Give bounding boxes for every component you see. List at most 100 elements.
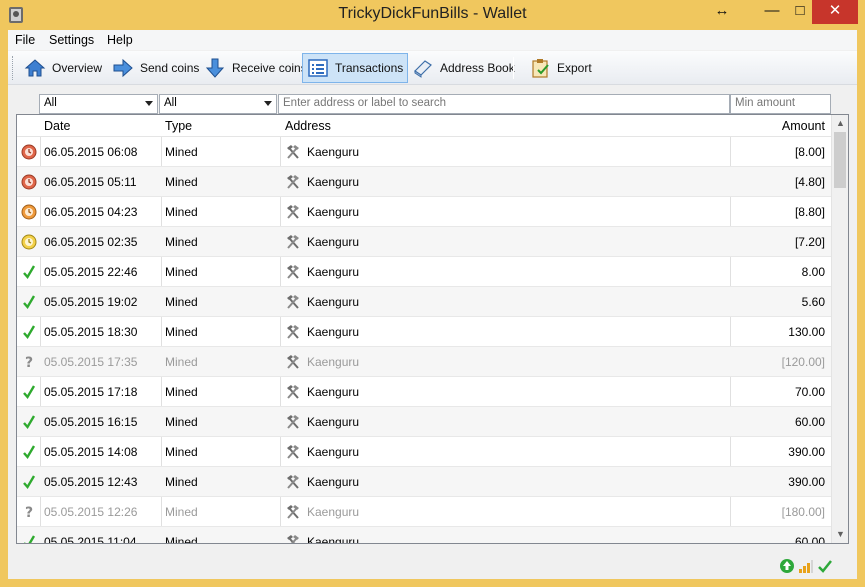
row-date: 05.05.2015 16:15 [44, 415, 138, 429]
mining-hammer-icon [285, 324, 301, 340]
row-address: Kaenguru [307, 235, 360, 249]
question-mark-icon: ? [21, 504, 37, 521]
mining-hammer-icon [285, 174, 301, 190]
row-date: 06.05.2015 06:08 [44, 145, 138, 159]
row-type: Mined [165, 295, 198, 309]
menu-bar: File Settings Help [8, 30, 857, 50]
row-type: Mined [165, 475, 198, 489]
table-row[interactable]: 05.05.2015 18:30 Mined Kaenguru 130.00 [17, 317, 831, 347]
row-amount: [120.00] [781, 355, 825, 369]
min-amount-input[interactable]: Min amount [730, 94, 831, 114]
amount-column-header[interactable]: Amount [782, 119, 825, 133]
row-address: Kaenguru [307, 145, 360, 159]
table-row[interactable]: 06.05.2015 02:35 Mined Kaenguru [7.20] [17, 227, 831, 257]
chevron-down-icon [145, 101, 153, 106]
table-row[interactable]: 05.05.2015 12:43 Mined Kaenguru 390.00 [17, 467, 831, 497]
export-button[interactable]: Export [524, 53, 597, 83]
table-row[interactable]: 05.05.2015 14:08 Mined Kaenguru 390.00 [17, 437, 831, 467]
table-row[interactable]: 06.05.2015 05:11 Mined Kaenguru [4.80] [17, 167, 831, 197]
type-column-header[interactable]: Type [165, 119, 192, 133]
row-date: 05.05.2015 18:30 [44, 325, 138, 339]
table-row[interactable]: 06.05.2015 04:23 Mined Kaenguru [8.80] [17, 197, 831, 227]
receive-coins-label: Receive coins [232, 61, 307, 75]
scroll-down-icon[interactable]: ▼ [832, 526, 848, 543]
client-area: File Settings Help Overview Send coins R… [8, 30, 857, 579]
row-address: Kaenguru [307, 295, 360, 309]
row-address: Kaenguru [307, 385, 360, 399]
row-type: Mined [165, 385, 198, 399]
row-amount: [8.00] [794, 145, 825, 159]
row-amount: 60.00 [794, 415, 825, 429]
mining-hammer-icon [285, 144, 301, 160]
restore-size-icon[interactable]: ↔ [706, 0, 738, 24]
mining-hammer-icon [285, 444, 301, 460]
row-address: Kaenguru [307, 415, 360, 429]
row-amount: 8.00 [801, 265, 825, 279]
row-amount: [7.20] [794, 235, 825, 249]
mining-hammer-icon [285, 504, 301, 520]
menu-settings[interactable]: Settings [49, 33, 94, 47]
transactions-label: Transactions [335, 61, 404, 75]
row-date: 06.05.2015 04:23 [44, 205, 138, 219]
row-address: Kaenguru [307, 475, 360, 489]
row-type: Mined [165, 445, 198, 459]
table-row[interactable]: ? 05.05.2015 12:26 Mined Kaenguru [180.00] [17, 497, 831, 527]
table-row[interactable]: 05.05.2015 11:04 Mined Kaenguru 60.00 [17, 527, 831, 543]
overview-label: Overview [52, 61, 103, 75]
clock-red-icon [21, 144, 37, 160]
table-row[interactable]: ? 05.05.2015 17:35 Mined Kaenguru [120.00] [17, 347, 831, 377]
overview-button[interactable]: Overview [19, 53, 107, 83]
row-amount: 5.60 [801, 295, 825, 309]
close-button[interactable]: ✕ [812, 0, 858, 24]
row-amount: 390.00 [788, 445, 825, 459]
address-book-icon [412, 57, 434, 79]
address-search-input[interactable]: Enter address or label to search [278, 94, 730, 114]
transactions-list-icon [307, 57, 329, 79]
row-type: Mined [165, 145, 198, 159]
confirmed-check-icon [21, 294, 37, 310]
table-row[interactable]: 05.05.2015 17:18 Mined Kaenguru 70.00 [17, 377, 831, 407]
status-bar [8, 550, 857, 579]
row-date: 05.05.2015 12:43 [44, 475, 138, 489]
export-clipboard-icon [529, 57, 551, 79]
mining-hammer-icon [285, 354, 301, 370]
row-address: Kaenguru [307, 445, 360, 459]
date-filter-select[interactable]: All [39, 94, 158, 114]
table-row[interactable]: 05.05.2015 19:02 Mined Kaenguru 5.60 [17, 287, 831, 317]
table-row[interactable]: 06.05.2015 06:08 Mined Kaenguru [8.00] [17, 137, 831, 167]
mining-hammer-icon [285, 204, 301, 220]
row-amount: [180.00] [781, 505, 825, 519]
title-bar: TrickyDickFunBills - Wallet ↔ — □ ✕ [0, 0, 865, 30]
home-icon [24, 57, 46, 79]
send-coins-label: Send coins [140, 61, 200, 75]
toolbar-grip[interactable] [12, 56, 15, 80]
menu-help[interactable]: Help [107, 33, 133, 47]
scrollbar-thumb[interactable] [834, 132, 846, 188]
receive-coins-button[interactable]: Receive coins [199, 53, 312, 83]
address-column-header[interactable]: Address [285, 119, 331, 133]
svg-text:?: ? [25, 355, 33, 370]
table-row[interactable]: 05.05.2015 22:46 Mined Kaenguru 8.00 [17, 257, 831, 287]
row-type: Mined [165, 175, 198, 189]
scroll-up-icon[interactable]: ▲ [832, 115, 848, 132]
row-type: Mined [165, 325, 198, 339]
date-column-header[interactable]: Date [44, 119, 70, 133]
send-coins-button[interactable]: Send coins [107, 53, 204, 83]
type-filter-select[interactable]: All [159, 94, 277, 114]
confirmed-check-icon [21, 534, 37, 543]
menu-file[interactable]: File [15, 33, 35, 47]
row-type: Mined [165, 235, 198, 249]
row-date: 05.05.2015 17:35 [44, 355, 138, 369]
transactions-button[interactable]: Transactions [302, 53, 409, 83]
table-row[interactable]: 05.05.2015 16:15 Mined Kaenguru 60.00 [17, 407, 831, 437]
type-filter-value: All [164, 97, 177, 109]
row-type: Mined [165, 355, 198, 369]
address-book-button[interactable]: Address Book [407, 53, 520, 83]
receive-arrow-icon [204, 57, 226, 79]
confirmed-check-icon [21, 384, 37, 400]
confirmed-check-icon [21, 474, 37, 490]
svg-text:?: ? [25, 505, 33, 520]
row-type: Mined [165, 415, 198, 429]
vertical-scrollbar[interactable]: ▲ ▼ [831, 115, 848, 543]
row-date: 06.05.2015 02:35 [44, 235, 138, 249]
